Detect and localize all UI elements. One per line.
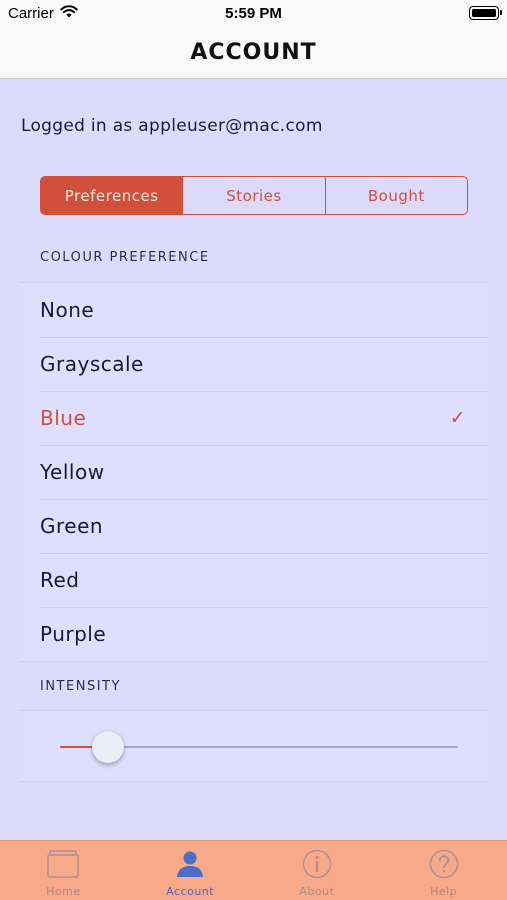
colour-preference-list: None Grayscale Blue ✓ Yellow Green Red P… bbox=[20, 282, 488, 662]
tab-bar: Home Account About Help bbox=[0, 840, 507, 900]
status-time: 5:59 PM bbox=[225, 5, 282, 22]
intensity-slider-thumb[interactable] bbox=[91, 731, 124, 763]
segment-stories[interactable]: Stories bbox=[182, 177, 324, 214]
colour-option-none[interactable]: None bbox=[20, 283, 488, 337]
navigation-bar: ACCOUNT bbox=[0, 28, 507, 79]
colour-option-green[interactable]: Green bbox=[20, 499, 488, 553]
colour-option-label: Green bbox=[40, 514, 104, 538]
account-segmented-control: Preferences Stories Bought bbox=[40, 176, 468, 215]
tab-home-label: Home bbox=[46, 885, 81, 898]
colour-option-label: Yellow bbox=[40, 460, 105, 484]
question-icon bbox=[427, 849, 461, 879]
checkmark-icon: ✓ bbox=[449, 407, 466, 429]
colour-option-yellow[interactable]: Yellow bbox=[20, 445, 488, 499]
home-icon bbox=[46, 849, 80, 879]
colour-option-blue[interactable]: Blue ✓ bbox=[20, 391, 488, 445]
colour-option-purple[interactable]: Purple bbox=[20, 607, 488, 661]
colour-option-label: Red bbox=[40, 568, 80, 592]
tab-about-label: About bbox=[299, 885, 335, 898]
segment-preferences[interactable]: Preferences bbox=[41, 177, 183, 214]
tab-home[interactable]: Home bbox=[0, 841, 127, 900]
person-icon bbox=[173, 849, 207, 879]
tab-about[interactable]: About bbox=[254, 841, 381, 900]
logged-in-label: Logged in as appleuser@mac.com bbox=[21, 116, 323, 136]
tab-account[interactable]: Account bbox=[127, 841, 254, 900]
colour-option-label: Purple bbox=[40, 622, 107, 646]
colour-option-red[interactable]: Red bbox=[20, 553, 488, 607]
segment-bought[interactable]: Bought bbox=[324, 177, 467, 214]
colour-option-label: None bbox=[40, 298, 95, 322]
status-bar: Carrier 5:59 PM bbox=[0, 0, 507, 28]
tab-help-label: Help bbox=[430, 885, 458, 898]
colour-option-grayscale[interactable]: Grayscale bbox=[20, 337, 488, 391]
colour-option-label: Blue bbox=[40, 406, 87, 430]
info-icon bbox=[300, 849, 334, 879]
colour-option-label: Grayscale bbox=[40, 352, 144, 376]
page-title: ACCOUNT bbox=[190, 40, 317, 65]
tab-help[interactable]: Help bbox=[380, 841, 507, 900]
colour-preference-header: COLOUR PREFERENCE bbox=[40, 250, 210, 265]
intensity-header: INTENSITY bbox=[40, 679, 121, 694]
tab-account-label: Account bbox=[166, 885, 215, 898]
intensity-cell bbox=[20, 710, 488, 782]
battery-icon bbox=[469, 6, 502, 20]
